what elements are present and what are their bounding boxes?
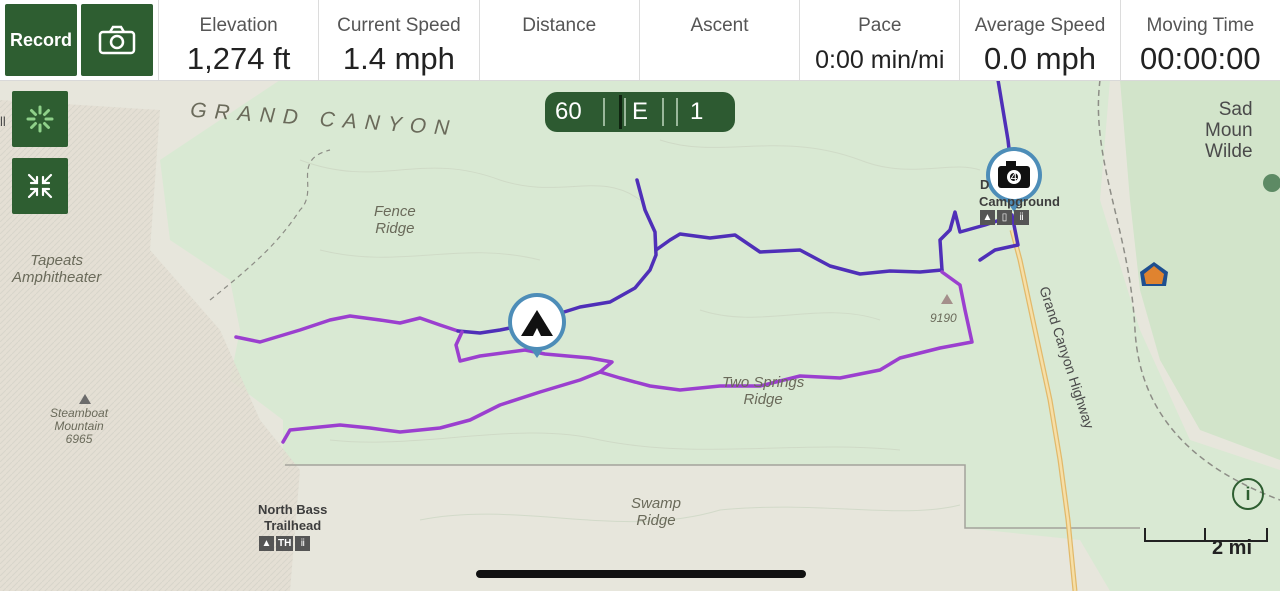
restroom-icon: ⅱ	[1014, 210, 1029, 225]
fence-ridge-label: Fence Ridge	[374, 203, 416, 237]
wilderness-label: Sad Moun Wilde	[1205, 99, 1253, 162]
north-bass-amenities: ▲ TH ⅱ	[259, 536, 311, 551]
photo-count: 4	[1011, 170, 1018, 184]
compass-tick	[603, 98, 605, 126]
camera-button[interactable]	[81, 4, 153, 76]
campground-amenities: ▲ ▯ ⅱ	[980, 210, 1029, 225]
stat-value: 1,274 ft	[186, 41, 291, 76]
compass-right-value: 1	[690, 98, 704, 125]
stat-value: 0.0 mph	[984, 41, 1097, 76]
info-icon: i	[1245, 483, 1251, 504]
gps-locating-button[interactable]	[12, 91, 68, 147]
home-indicator[interactable]	[476, 570, 806, 578]
stat-label: Ascent	[690, 15, 749, 36]
stat-label: Moving Time	[1146, 15, 1255, 36]
stat-label: Distance	[522, 15, 597, 36]
stat-value: 0:00 min/mi	[815, 46, 945, 74]
compass-tick	[676, 98, 678, 126]
stat-elevation: Elevation 1,274 ft	[158, 0, 318, 80]
campground-label: Campground	[979, 194, 1060, 209]
compass-left-value: 60	[555, 98, 582, 125]
two-springs-label: Two Springs Ridge	[722, 374, 805, 408]
collapse-arrows-icon	[27, 173, 53, 199]
stat-pace: Pace 0:00 min/mi	[799, 0, 959, 80]
loading-spinner-icon	[26, 105, 54, 133]
stat-label: Average Speed	[974, 15, 1106, 36]
campsite-icon: ▲	[259, 536, 274, 551]
collapse-map-button[interactable]	[12, 158, 68, 214]
restroom-icon: ⅱ	[295, 536, 311, 551]
peak-elevation-label: 9190	[930, 311, 957, 325]
compass-tick	[624, 98, 626, 126]
record-button[interactable]: Record	[5, 4, 77, 76]
tapeats-label: Tapeats Amphitheater	[12, 252, 102, 286]
stats-row: Elevation 1,274 ft Current Speed 1.4 mph D…	[158, 0, 1280, 80]
compass-center-line	[619, 95, 622, 129]
stats-toolbar: Record Elevation 1,274 ft Current Speed 1.…	[0, 0, 1280, 81]
stat-average-speed: Average Speed 0.0 mph	[959, 0, 1119, 80]
swamp-ridge-label: Swamp Ridge	[631, 495, 682, 529]
steamboat-label: Steamboat Mountain 6965	[50, 406, 109, 447]
stat-label: Current Speed	[337, 15, 461, 36]
info-button[interactable]: i	[1232, 478, 1264, 510]
campground-initial: D	[980, 177, 990, 192]
water-icon: ▯	[997, 210, 1012, 225]
north-bass-label: North Bass Trailhead	[258, 502, 328, 533]
compass-heading-value: E	[632, 98, 649, 125]
compass-tick	[662, 98, 664, 126]
partial-label-left: ll	[0, 114, 6, 129]
scale-mid-tick	[1204, 528, 1206, 540]
stat-moving-time: Moving Time 00:00:00	[1119, 0, 1280, 80]
stat-label: Elevation	[199, 15, 278, 36]
stat-ascent: Ascent	[638, 0, 799, 80]
stat-value: 00:00:00	[1139, 41, 1261, 76]
stat-value: 1.4 mph	[342, 41, 455, 76]
trailhead-badge: TH	[276, 536, 294, 551]
compass-heading-bar: 60 E 1	[545, 92, 735, 132]
camera-icon	[98, 25, 136, 55]
campsite-icon: ▲	[980, 210, 995, 225]
stat-current-speed: Current Speed 1.4 mph	[318, 0, 478, 80]
stat-distance: Distance	[478, 0, 639, 80]
scale-label: 2 mi	[1212, 537, 1253, 559]
stat-label: Pace	[858, 15, 902, 36]
